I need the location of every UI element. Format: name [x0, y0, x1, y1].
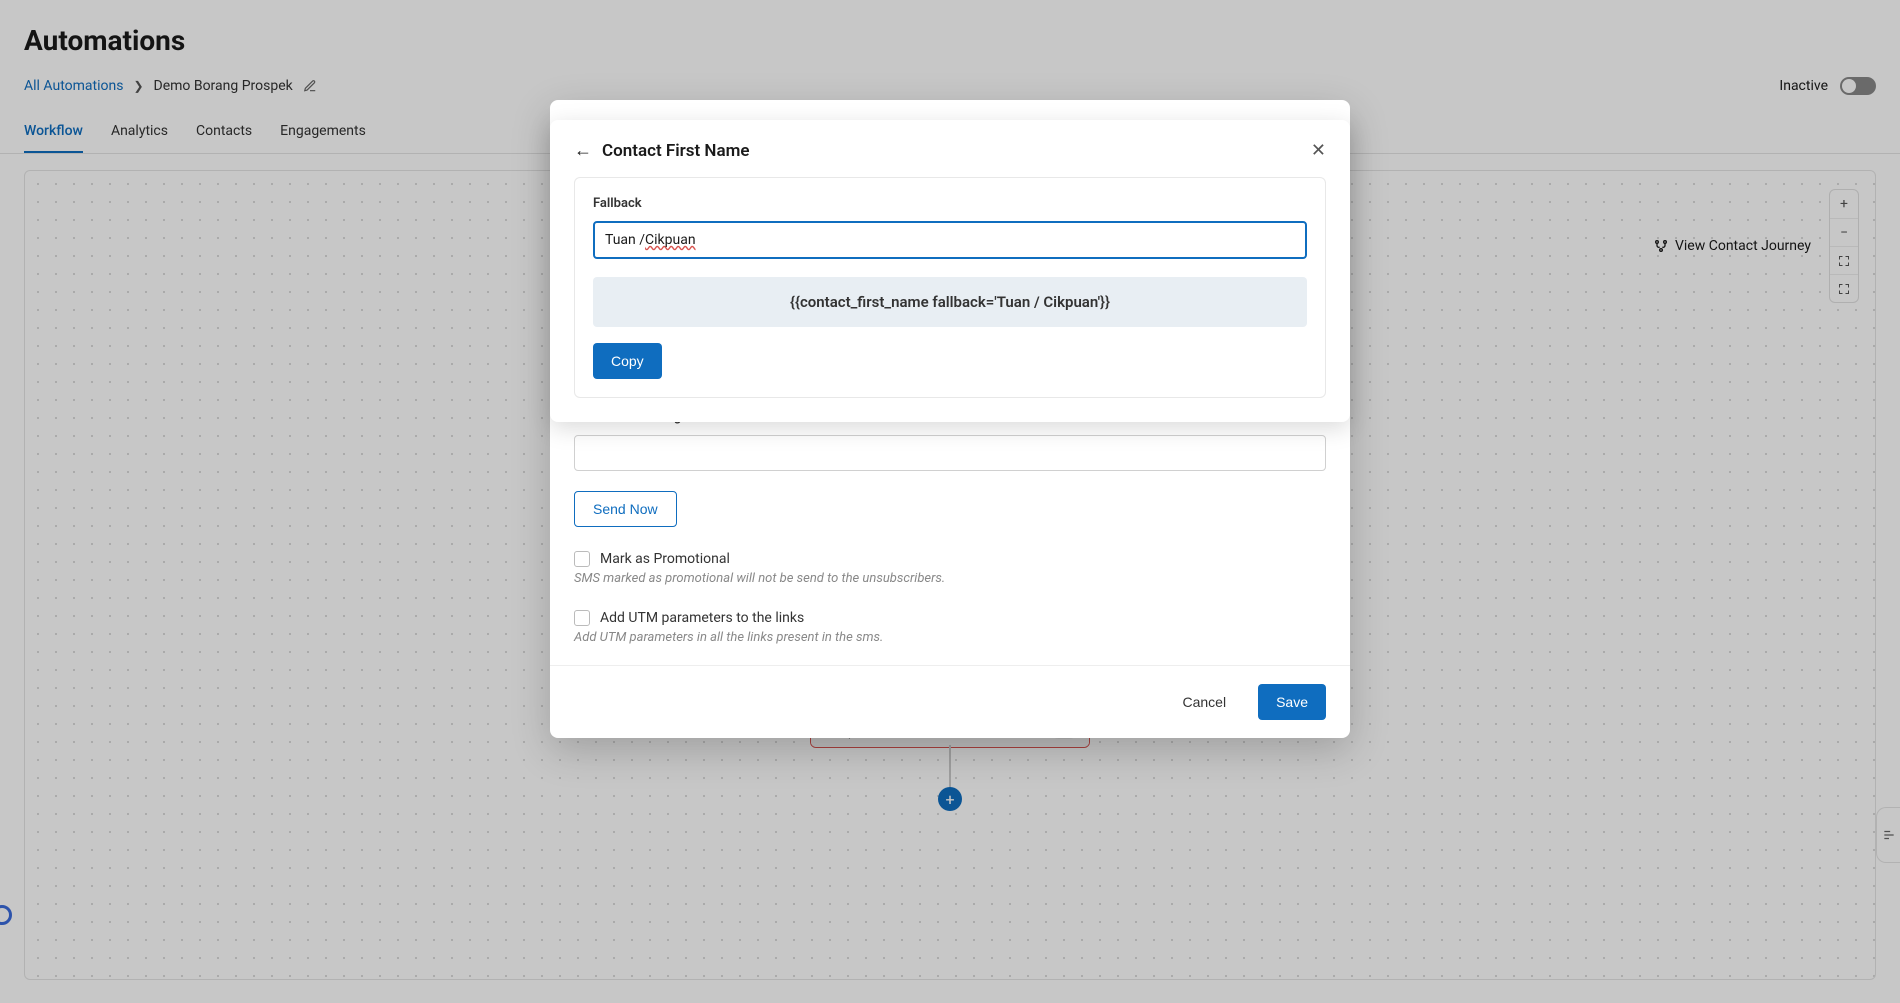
promotional-help-text: SMS marked as promotional will not be se… [574, 571, 1326, 586]
promotional-checkbox[interactable] [574, 551, 590, 567]
cancel-button[interactable]: Cancel [1164, 684, 1244, 720]
copy-button[interactable]: Copy [593, 343, 662, 379]
back-arrow-icon[interactable]: ← [574, 140, 592, 161]
utm-checkbox[interactable] [574, 610, 590, 626]
utm-help-text: Add UTM parameters in all the links pres… [574, 630, 1326, 645]
merge-tag-dialog: ← Contact First Name ✕ Fallback Tuan / C… [550, 120, 1350, 422]
send-test-input[interactable] [574, 435, 1326, 471]
close-icon[interactable]: ✕ [1311, 140, 1326, 161]
merge-tag-output: {{contact_first_name fallback='Tuan / Ci… [593, 277, 1307, 327]
utm-checkbox-label: Add UTM parameters to the links [600, 610, 804, 626]
fallback-label: Fallback [593, 196, 1307, 211]
modal-overlay: Send Test Message Send Now Mark as Promo… [0, 0, 1900, 1003]
dialog-title: Contact First Name [602, 141, 750, 161]
fallback-input[interactable]: Tuan / Cikpuan [593, 221, 1307, 259]
send-now-button[interactable]: Send Now [574, 491, 677, 527]
save-button[interactable]: Save [1258, 684, 1326, 720]
promotional-checkbox-label: Mark as Promotional [600, 551, 730, 567]
